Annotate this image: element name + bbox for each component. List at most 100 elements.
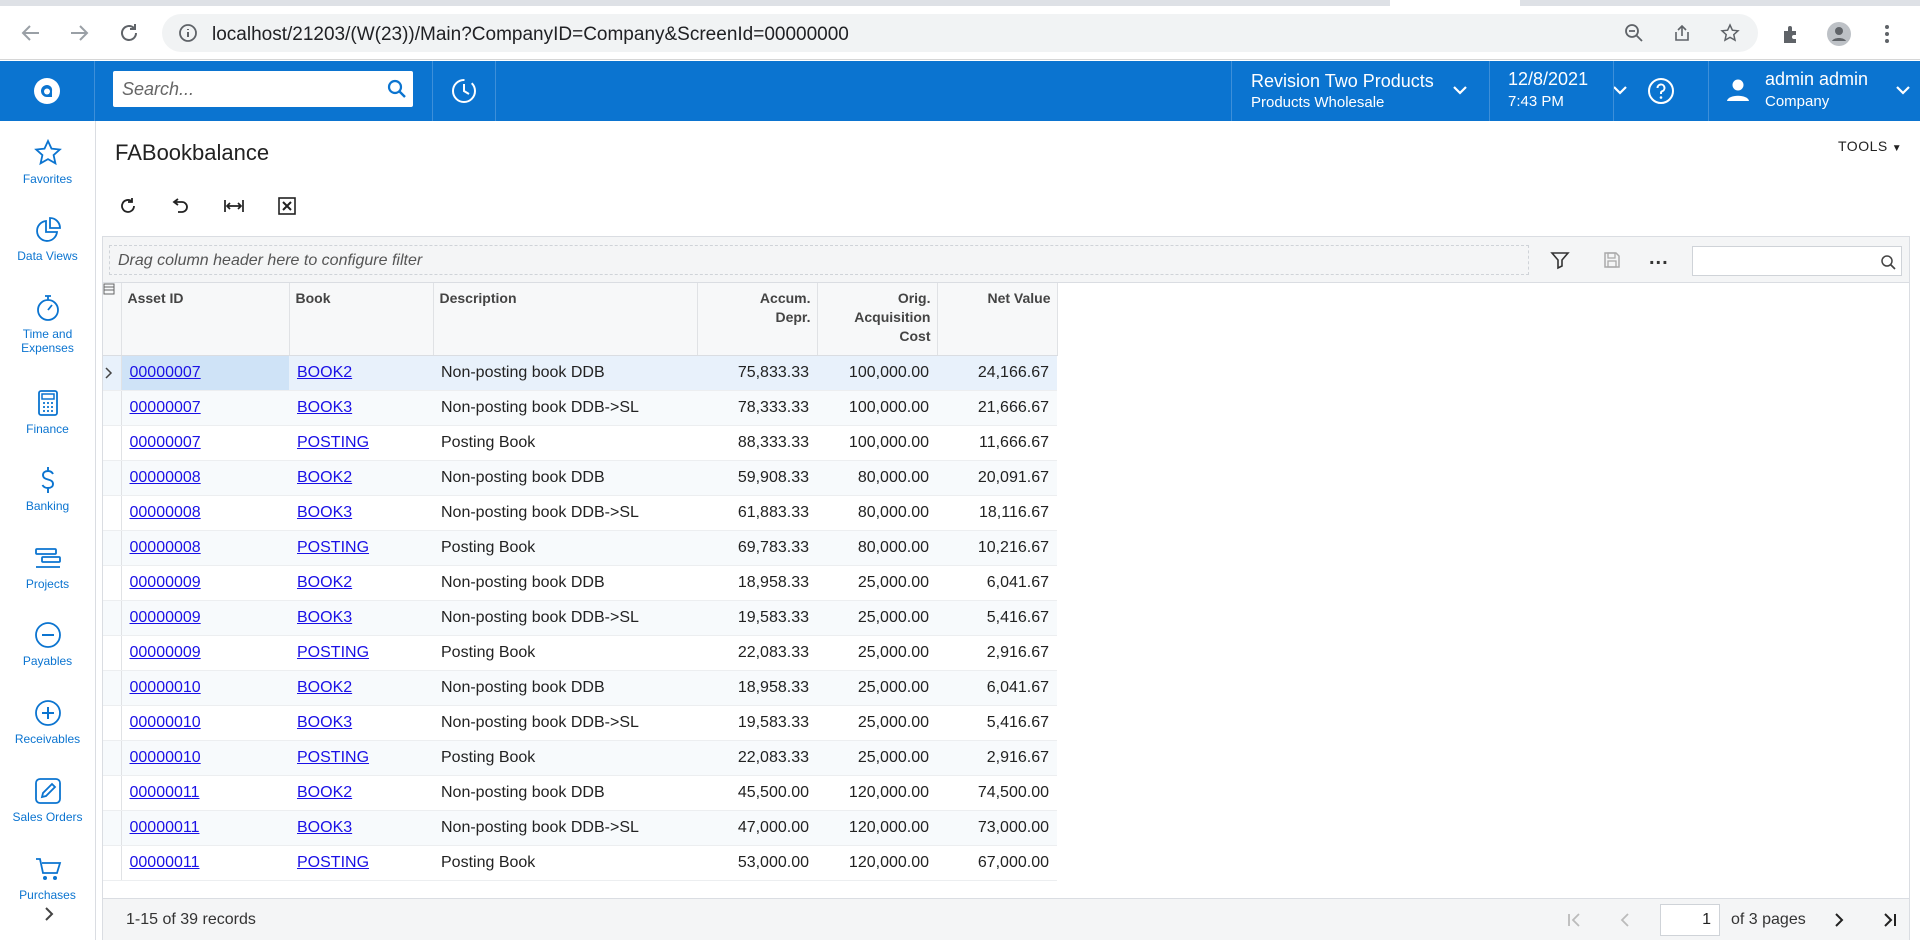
refresh-button[interactable] (114, 192, 142, 220)
row-selector[interactable] (103, 600, 122, 636)
cell-description[interactable]: Non-posting book DDB->SL (433, 705, 697, 741)
export-excel-button[interactable] (273, 192, 301, 220)
asset-id-link[interactable]: 00000010 (130, 749, 201, 766)
cell-orig-acquisition-cost[interactable]: 80,000.00 (817, 530, 937, 566)
row-selector[interactable] (103, 565, 122, 601)
table-row[interactable]: 00000010 BOOK3 Non-posting book DDB->SL 19,… (103, 705, 1057, 741)
share-icon[interactable] (1672, 23, 1692, 43)
table-row[interactable]: 00000008 BOOK2 Non-posting book DDB 59,908.… (103, 460, 1057, 496)
filter-icon[interactable] (1550, 250, 1570, 270)
back-icon[interactable] (14, 16, 48, 50)
row-selector[interactable] (103, 355, 122, 391)
cell-description[interactable]: Posting Book (433, 530, 697, 566)
extensions-icon[interactable] (1780, 23, 1802, 45)
nav-item-time-and-expenses[interactable]: Time and Expenses (0, 293, 95, 355)
cell-accum-depr[interactable]: 75,833.33 (697, 355, 817, 391)
column-settings[interactable] (103, 283, 122, 356)
undo-button[interactable] (166, 192, 194, 220)
table-row[interactable]: 00000010 POSTING Posting Book 22,083.33 25,0… (103, 740, 1057, 776)
cell-description[interactable]: Non-posting book DDB->SL (433, 495, 697, 531)
save-filter-icon[interactable] (1602, 250, 1622, 270)
book-link[interactable]: POSTING (297, 854, 369, 871)
cell-net-value[interactable]: 10,216.67 (937, 530, 1057, 566)
book-link[interactable]: BOOK2 (297, 364, 352, 381)
nav-item-banking[interactable]: Banking (0, 465, 95, 513)
book-link[interactable]: POSTING (297, 644, 369, 661)
row-selector[interactable] (103, 460, 122, 496)
row-selector[interactable] (103, 740, 122, 776)
page-number-input[interactable] (1660, 904, 1720, 936)
cell-net-value[interactable]: 74,500.00 (937, 775, 1057, 811)
cell-net-value[interactable]: 6,041.67 (937, 670, 1057, 706)
row-selector[interactable] (103, 845, 122, 881)
asset-id-link[interactable]: 00000009 (130, 574, 201, 591)
cell-description[interactable]: Non-posting book DDB (433, 775, 697, 811)
nav-item-favorites[interactable]: Favorites (0, 138, 95, 186)
book-link[interactable]: BOOK2 (297, 469, 352, 486)
app-logo[interactable] (0, 61, 95, 121)
cell-accum-depr[interactable]: 59,908.33 (697, 460, 817, 496)
help-button[interactable] (1613, 61, 1708, 121)
nav-item-data-views[interactable]: Data Views (0, 215, 95, 263)
more-options-icon[interactable]: ... (1649, 247, 1669, 270)
nav-item-projects[interactable]: Projects (0, 543, 95, 591)
asset-id-link[interactable]: 00000007 (130, 364, 201, 381)
book-link[interactable]: POSTING (297, 434, 369, 451)
cell-description[interactable]: Non-posting book DDB (433, 565, 697, 601)
recent-history-button[interactable] (432, 61, 496, 121)
row-selector[interactable] (103, 670, 122, 706)
company-selector[interactable]: Revision Two Products Products Wholesale (1231, 61, 1489, 121)
table-row[interactable]: 00000007 POSTING Posting Book 88,333.33 100,… (103, 425, 1057, 461)
grid-search-input[interactable] (1692, 246, 1902, 276)
book-link[interactable]: BOOK3 (297, 399, 352, 416)
filter-drop-zone[interactable]: Drag column header here to configure fil… (109, 245, 1529, 275)
book-link[interactable]: POSTING (297, 749, 369, 766)
row-selector[interactable] (103, 705, 122, 741)
cell-net-value[interactable]: 11,666.67 (937, 425, 1057, 461)
cell-description[interactable]: Posting Book (433, 740, 697, 776)
table-row[interactable]: 00000011 POSTING Posting Book 53,000.00 120,… (103, 845, 1057, 881)
table-row[interactable]: 00000009 BOOK3 Non-posting book DDB->SL 19,… (103, 600, 1057, 636)
cell-orig-acquisition-cost[interactable]: 25,000.00 (817, 670, 937, 706)
cell-accum-depr[interactable]: 88,333.33 (697, 425, 817, 461)
table-row[interactable]: 00000011 BOOK3 Non-posting book DDB->SL 47,… (103, 810, 1057, 846)
cell-description[interactable]: Non-posting book DDB (433, 670, 697, 706)
table-row[interactable]: 00000007 BOOK3 Non-posting book DDB->SL 78,… (103, 390, 1057, 426)
cell-accum-depr[interactable]: 47,000.00 (697, 810, 817, 846)
asset-id-link[interactable]: 00000011 (130, 819, 200, 836)
previous-page-icon[interactable] (1616, 911, 1634, 929)
cell-description[interactable]: Non-posting book DDB->SL (433, 600, 697, 636)
cell-description[interactable]: Non-posting book DDB->SL (433, 390, 697, 426)
row-selector[interactable] (103, 635, 122, 671)
reload-icon[interactable] (112, 16, 146, 50)
column-header-accum-depr[interactable]: Accum. Depr. (697, 283, 818, 356)
cell-net-value[interactable]: 21,666.67 (937, 390, 1057, 426)
book-link[interactable]: BOOK3 (297, 819, 352, 836)
tools-menu[interactable]: TOOLS ▼ (1838, 138, 1902, 154)
last-page-icon[interactable] (1881, 911, 1899, 929)
cell-accum-depr[interactable]: 61,883.33 (697, 495, 817, 531)
cell-accum-depr[interactable]: 22,083.33 (697, 740, 817, 776)
column-header-description[interactable]: Description (433, 283, 698, 356)
table-row[interactable]: 00000009 POSTING Posting Book 22,083.33 25,0… (103, 635, 1057, 671)
cell-orig-acquisition-cost[interactable]: 120,000.00 (817, 775, 937, 811)
cell-description[interactable]: Posting Book (433, 425, 697, 461)
row-selector[interactable] (103, 425, 122, 461)
cell-orig-acquisition-cost[interactable]: 100,000.00 (817, 425, 937, 461)
asset-id-link[interactable]: 00000007 (130, 434, 201, 451)
book-link[interactable]: BOOK2 (297, 679, 352, 696)
cell-accum-depr[interactable]: 19,583.33 (697, 705, 817, 741)
asset-id-link[interactable]: 00000010 (130, 679, 201, 696)
asset-id-link[interactable]: 00000008 (130, 539, 201, 556)
cell-net-value[interactable]: 5,416.67 (937, 600, 1057, 636)
cell-net-value[interactable]: 24,166.67 (937, 355, 1057, 391)
column-header-net-value[interactable]: Net Value (937, 283, 1058, 356)
cell-accum-depr[interactable]: 19,583.33 (697, 600, 817, 636)
cell-orig-acquisition-cost[interactable]: 25,000.00 (817, 565, 937, 601)
forward-icon[interactable] (62, 16, 96, 50)
cell-net-value[interactable]: 20,091.67 (937, 460, 1057, 496)
book-link[interactable]: BOOK2 (297, 574, 352, 591)
row-selector[interactable] (103, 530, 122, 566)
cell-net-value[interactable]: 73,000.00 (937, 810, 1057, 846)
global-search[interactable] (113, 71, 413, 107)
